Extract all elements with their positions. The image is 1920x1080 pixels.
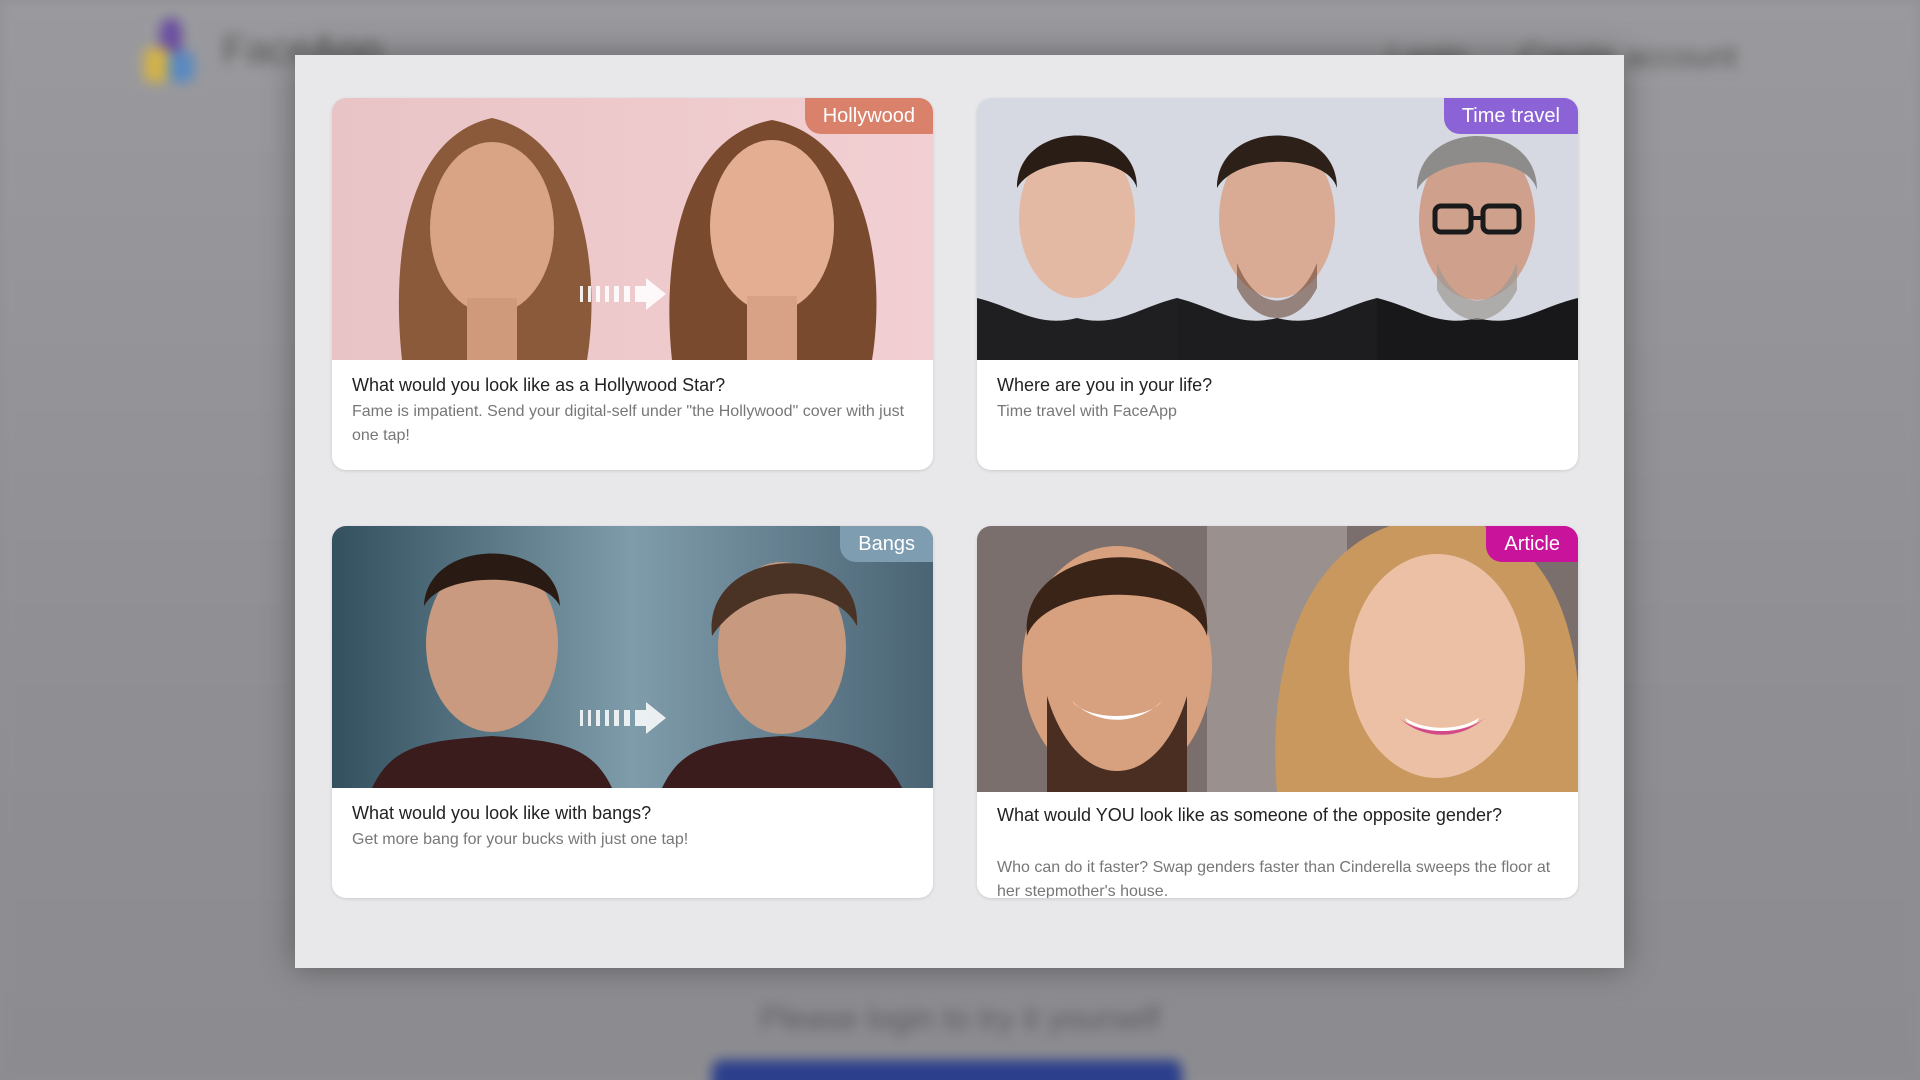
card-image-time-travel: Time travel [977, 98, 1578, 360]
card-title: What would you look like with bangs? [352, 803, 652, 823]
badge-bangs: Bangs [840, 526, 933, 562]
card-hollywood[interactable]: Hollywood What would you look like as a … [332, 98, 933, 470]
badge-time-travel: Time travel [1443, 98, 1578, 134]
card-image-bangs: Bangs [332, 526, 933, 788]
card-description: Fame is impatient. Send your digital-sel… [352, 403, 905, 444]
card-title: Where are you in your life? [997, 375, 1213, 395]
card-title: What would you look like as a Hollywood … [352, 375, 726, 395]
card-image-article: Article [977, 526, 1578, 792]
login-button[interactable] [712, 1060, 1182, 1080]
badge-article: Article [1486, 526, 1578, 562]
login-prompt: Please login to try it yourself [759, 1000, 1161, 1036]
card-article[interactable]: Article What would YOU look like as some… [977, 526, 1578, 898]
card-bangs[interactable]: Bangs What would you look like with bang… [332, 526, 933, 898]
card-title: What would YOU look like as someone of t… [997, 805, 1502, 825]
app-logo-icon [140, 18, 200, 86]
card-image-hollywood: Hollywood [332, 98, 933, 360]
card-description: Who can do it faster? Swap genders faste… [997, 859, 1551, 898]
card-description: Time travel with FaceApp [997, 403, 1177, 420]
card-description: Get more bang for your bucks with just o… [352, 831, 689, 848]
card-time-travel[interactable]: Time travel Where are you in your life? … [977, 98, 1578, 470]
feature-modal: Hollywood What would you look like as a … [295, 55, 1624, 968]
badge-hollywood: Hollywood [804, 98, 933, 134]
